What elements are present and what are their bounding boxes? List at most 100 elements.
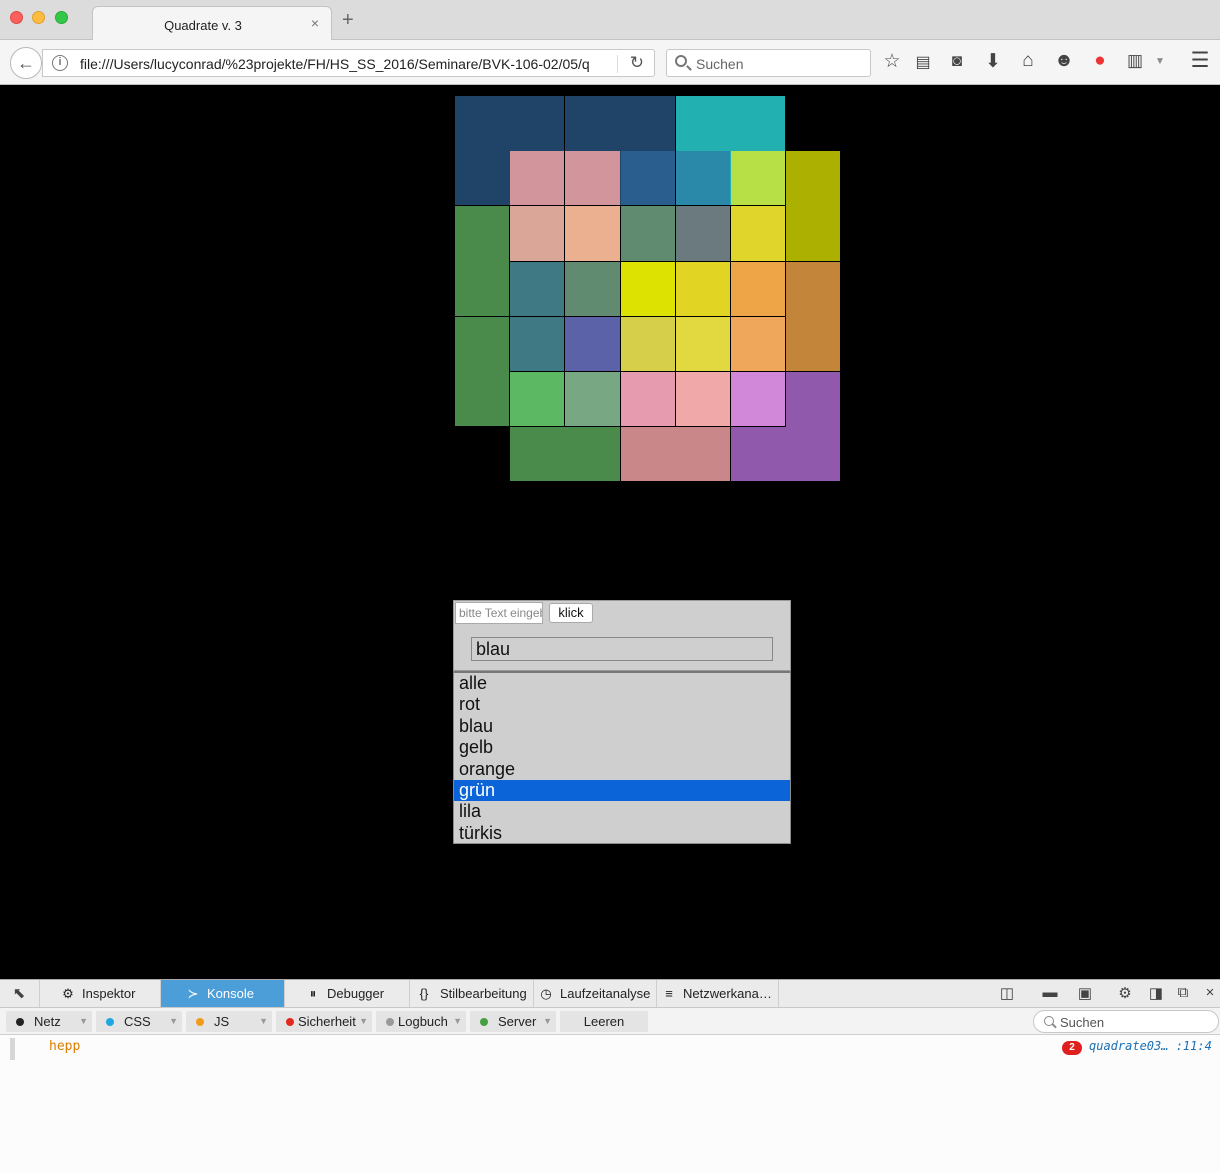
color-square <box>675 151 730 206</box>
color-square <box>620 261 675 316</box>
color-select-list[interactable]: alle rot blau gelb orange grün lila türkis <box>453 671 791 844</box>
color-square <box>565 206 620 261</box>
pocket-icon[interactable]: ◙ <box>945 51 969 71</box>
layout-toggle-icon[interactable]: ◫ <box>997 984 1017 1002</box>
url-text[interactable]: file:///Users/lucyconrad/%23projekte/FH/… <box>80 56 590 72</box>
search-bar[interactable]: Suchen <box>666 49 871 77</box>
new-tab-button[interactable]: + <box>342 10 354 30</box>
tab-debugger[interactable]: ⏸ Debugger <box>285 980 410 1007</box>
url-bar[interactable]: i file:///Users/lucyconrad/%23projekte/F… <box>42 49 655 77</box>
filter-dot <box>196 1018 204 1026</box>
bookmark-star-icon[interactable]: ☆ <box>880 50 904 73</box>
undock-icon[interactable]: ⧉ <box>1173 984 1193 1001</box>
list-option-2[interactable]: blau <box>454 716 790 737</box>
clear-console-button[interactable]: Leeren <box>560 1011 648 1032</box>
filter-dot <box>386 1018 394 1026</box>
downloads-icon[interactable]: ⬇ <box>981 50 1005 73</box>
color-square <box>786 261 841 371</box>
list-option-1[interactable]: rot <box>454 694 790 715</box>
filter-dot <box>480 1018 488 1026</box>
color-square <box>565 316 620 371</box>
search-placeholder: Suchen <box>696 56 744 72</box>
log-source-link[interactable]: quadrate03… :11:4 <box>1089 1039 1212 1053</box>
close-window-button[interactable] <box>10 11 23 24</box>
klick-button[interactable]: klick <box>549 603 593 623</box>
list-option-7[interactable]: türkis <box>454 823 790 844</box>
color-square <box>675 372 730 427</box>
color-square <box>620 206 675 261</box>
search-icon <box>675 55 687 67</box>
menu-icon[interactable]: ☰ <box>1188 48 1212 73</box>
filter-sicherheit[interactable]: Sicherheit ▼ <box>276 1011 372 1032</box>
home-icon[interactable]: ⌂ <box>1016 50 1040 72</box>
search-icon <box>1044 1016 1054 1026</box>
list-option-4[interactable]: orange <box>454 759 790 780</box>
style-editor-icon: {} <box>419 986 429 1001</box>
filter-label: Netz <box>34 1014 61 1029</box>
list-option-0[interactable]: alle <box>454 673 790 694</box>
extension-color-icon[interactable]: ● <box>1088 50 1112 72</box>
devtools-panel: ⬉ ⚙ Inspektor ≻ Konsole ⏸ Debugger {} Stilbe… <box>0 979 1220 1173</box>
devtools-tab-bar: ⬉ ⚙ Inspektor ≻ Konsole ⏸ Debugger {} Stilbe… <box>0 980 1220 1008</box>
filter-netz[interactable]: Netz ▼ <box>6 1011 92 1032</box>
tab-label: Laufzeitanalyse <box>560 986 651 1001</box>
filter-label: JS <box>214 1014 230 1029</box>
color-square <box>731 316 786 371</box>
tab-label: Inspektor <box>82 986 136 1001</box>
minimize-window-button[interactable] <box>32 11 45 24</box>
back-button[interactable]: ← <box>10 47 42 79</box>
color-square <box>565 372 620 427</box>
tab-stilbearbeitung[interactable]: {} Stilbearbeitung <box>410 980 534 1007</box>
color-square <box>731 372 786 427</box>
url-separator <box>617 55 618 73</box>
text-input[interactable]: bitte Text eingeben <box>455 602 543 624</box>
close-devtools-icon[interactable]: × <box>1200 984 1220 1001</box>
info-icon[interactable]: i <box>52 55 68 71</box>
filter-js[interactable]: JS ▼ <box>186 1011 272 1032</box>
reload-icon[interactable]: ↻ <box>630 53 644 73</box>
maximize-window-button[interactable] <box>55 11 68 24</box>
list-option-3[interactable]: gelb <box>454 737 790 758</box>
filter-label: Logbuch <box>398 1014 448 1029</box>
color-square <box>510 427 620 482</box>
tab-netzwerkanalyse[interactable]: ≡ Netzwerkana… <box>657 980 779 1007</box>
controls-panel: bitte Text eingeben klick blau <box>453 600 791 671</box>
hello-chat-icon[interactable]: ☻ <box>1052 50 1076 72</box>
filter-css[interactable]: CSS ▼ <box>96 1011 182 1032</box>
settings-gear-icon[interactable]: ⚙ <box>1115 984 1135 1002</box>
color-square <box>565 151 620 206</box>
console-search-input[interactable]: Suchen <box>1033 1010 1219 1033</box>
list-option-5[interactable]: grün <box>454 779 790 802</box>
tab-laufzeitanalyse[interactable]: ◷ Laufzeitanalyse <box>534 980 657 1007</box>
dock-side-icon[interactable]: ◨ <box>1146 984 1166 1002</box>
color-square <box>675 316 730 371</box>
filter-label: CSS <box>124 1014 151 1029</box>
color-square <box>731 206 786 261</box>
console-search-placeholder: Suchen <box>1060 1015 1105 1030</box>
responsive-mode-icon[interactable]: ▣ <box>1075 984 1095 1002</box>
tab-inspektor[interactable]: ⚙ Inspektor <box>39 980 161 1007</box>
element-picker-icon[interactable]: ⬉ <box>9 984 29 1002</box>
browser-tab[interactable]: Quadrate v. 3 × <box>92 6 332 41</box>
value-field[interactable]: blau <box>471 637 773 661</box>
color-square <box>620 316 675 371</box>
color-square <box>565 261 620 316</box>
color-square <box>510 372 565 427</box>
filter-logbuch[interactable]: Logbuch ▼ <box>376 1011 466 1032</box>
tab-konsole[interactable]: ≻ Konsole <box>161 980 285 1007</box>
bookmarks-list-icon[interactable]: ▤ <box>911 52 935 72</box>
color-square <box>620 372 675 427</box>
clipboard-icon[interactable]: ▥ <box>1123 51 1147 71</box>
log-repeat-count: 2 <box>1062 1041 1082 1055</box>
color-square <box>731 261 786 316</box>
color-square <box>620 427 730 482</box>
color-square <box>510 261 565 316</box>
split-console-icon[interactable]: ▬ <box>1040 984 1060 1001</box>
dropdown-arrow-icon[interactable]: ▼ <box>1148 56 1172 67</box>
log-message: hepp <box>49 1039 81 1054</box>
log-gutter <box>10 1038 15 1060</box>
tab-close-icon[interactable]: × <box>311 15 319 31</box>
filter-server[interactable]: Server ▼ <box>470 1011 556 1032</box>
list-option-6[interactable]: lila <box>454 801 790 822</box>
color-square <box>731 427 841 482</box>
